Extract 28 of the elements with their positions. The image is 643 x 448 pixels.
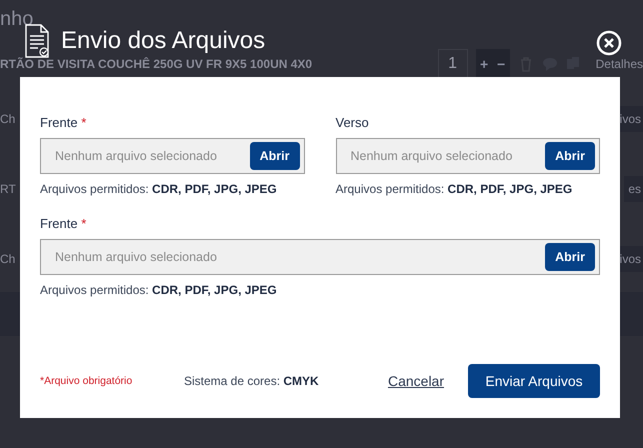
field-label: Verso <box>336 115 370 130</box>
allowed-files-text: Arquivos permitidos: CDR, PDF, JPG, JPEG <box>336 182 574 196</box>
color-system-text: Sistema de cores: CMYK <box>184 374 319 388</box>
allowed-files-text: Arquivos permitidos: CDR, PDF, JPG, JPEG <box>40 283 278 297</box>
row-button[interactable]: es <box>624 176 643 202</box>
dialog-title: Envio dos Arquivos <box>61 27 266 55</box>
file-field[interactable]: Nenhum arquivo selecionado Abrir <box>40 138 304 174</box>
row-text: Ch <box>0 112 16 126</box>
file-field[interactable]: Nenhum arquivo selecionado Abrir <box>336 138 600 174</box>
details-link[interactable]: Detalhes <box>596 57 643 71</box>
page-heading: nho <box>0 7 34 32</box>
increment-button[interactable]: + <box>476 49 493 79</box>
product-name: RTÃO DE VISITA COUCHÊ 250G UV FR 9X5 100UN 4X0 <box>0 57 312 71</box>
cancel-link[interactable]: Cancelar <box>388 373 444 389</box>
field-label: Frente * <box>40 216 88 231</box>
field-label: Frente * <box>40 115 88 130</box>
document-icon <box>25 24 49 58</box>
required-note: *Arquivo obrigatório <box>40 375 134 387</box>
file-field[interactable]: Nenhum arquivo selecionado Abrir <box>40 239 600 275</box>
open-button[interactable]: Abrir <box>250 142 300 170</box>
row-text: RT <box>0 182 16 196</box>
open-button[interactable]: Abrir <box>545 142 595 170</box>
row-text: Ch <box>0 252 16 266</box>
allowed-files-text: Arquivos permitidos: CDR, PDF, JPG, JPEG <box>40 182 278 196</box>
close-icon[interactable] <box>596 30 622 56</box>
submit-button[interactable]: Enviar Arquivos <box>468 364 600 398</box>
decrement-button[interactable]: − <box>492 49 510 79</box>
open-button[interactable]: Abrir <box>545 243 595 271</box>
